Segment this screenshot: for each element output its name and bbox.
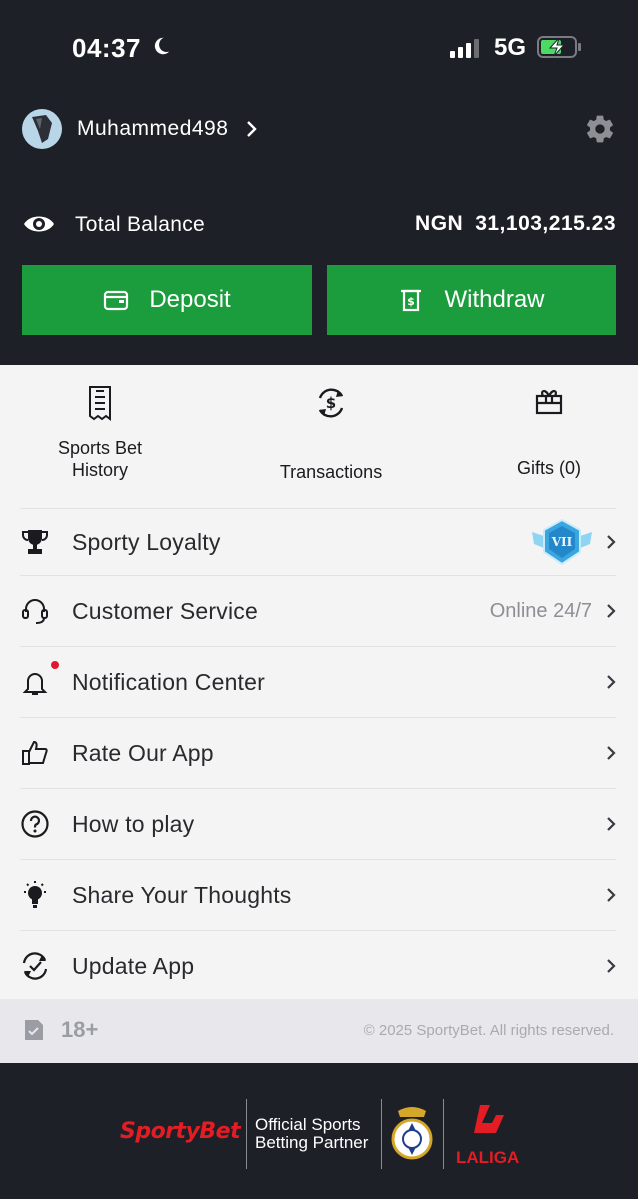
- avatar: [22, 109, 62, 149]
- username: Muhammed498: [77, 117, 229, 140]
- gear-icon[interactable]: [584, 113, 616, 145]
- gift-icon: [490, 385, 608, 417]
- status-bar: 04:37 5G: [0, 0, 638, 95]
- transactions-icon: $: [256, 385, 406, 421]
- eye-icon[interactable]: [22, 211, 56, 237]
- menu-item-update-app[interactable]: Update App: [20, 930, 616, 1001]
- balance-currency: NGN: [415, 212, 464, 235]
- menu-item-label: Sporty Loyalty: [72, 528, 221, 555]
- laliga-mark-icon: [473, 1105, 504, 1133]
- loyalty-level: VII: [551, 535, 573, 549]
- menu-item-label: Share Your Thoughts: [72, 881, 292, 908]
- quick-link-bet-history[interactable]: Sports Bet History: [30, 385, 170, 481]
- laliga-wordmark: LALIGA: [456, 1148, 520, 1167]
- menu-item-label: Notification Center: [72, 668, 265, 695]
- partner-line-1: Official Sports: [255, 1115, 361, 1134]
- account-header: 04:37 5G Muhammed498 Total Balance NGN 31…: [0, 0, 638, 365]
- menu-item-notification-center[interactable]: Notification Center: [20, 646, 616, 717]
- cash-icon: $: [398, 287, 424, 313]
- chevron-right-icon: [607, 888, 616, 902]
- chevron-right-icon: [607, 535, 616, 549]
- svg-text:$: $: [326, 394, 336, 412]
- quick-links: Sports Bet History $ Transactions Gifts …: [0, 365, 638, 508]
- loyalty-badge-icon: VII: [532, 518, 592, 566]
- headset-icon: [18, 596, 52, 626]
- thumbs-up-icon: [18, 738, 52, 768]
- deposit-label: Deposit: [149, 286, 231, 313]
- svg-text:$: $: [408, 295, 416, 308]
- status-time: 04:37: [72, 33, 141, 63]
- laliga-logo: LALIGA: [456, 1103, 519, 1168]
- chevron-right-icon: [607, 746, 616, 760]
- chevron-right-icon: [607, 675, 616, 689]
- service-hours: Online 24/7: [489, 599, 592, 622]
- age-label: 18+: [61, 1017, 99, 1042]
- trophy-icon: [18, 528, 52, 556]
- menu-item-sporty-loyalty[interactable]: Sporty Loyalty VII: [20, 508, 616, 575]
- menu-item-rate-app[interactable]: Rate Our App: [20, 717, 616, 788]
- menu-item-customer-service[interactable]: Customer Service Online 24/7: [20, 575, 616, 646]
- menu-item-label: How to play: [72, 810, 195, 837]
- menu-item-how-to-play[interactable]: How to play: [20, 788, 616, 859]
- quick-link-label: Transactions: [279, 462, 383, 482]
- balance-label: Total Balance: [75, 213, 205, 236]
- balance-value: NGN 31,103,215.23: [415, 212, 616, 236]
- copyright: © 2025 SportyBet. All rights reserved.: [363, 1022, 614, 1039]
- receipt-icon: [30, 385, 170, 421]
- quick-link-label: Gifts (0): [516, 458, 581, 478]
- withdraw-button[interactable]: $ Withdraw: [327, 265, 616, 335]
- partner-text: Official Sports Betting Partner: [255, 1116, 368, 1152]
- chevron-right-icon: [607, 604, 616, 618]
- divider: [381, 1099, 382, 1169]
- moon-icon: [154, 37, 170, 55]
- age-restriction: 18+: [23, 1017, 98, 1043]
- quick-link-transactions[interactable]: $ Transactions: [256, 385, 406, 483]
- chevron-right-icon: [607, 817, 616, 831]
- document-check-icon: [25, 1020, 43, 1040]
- bell-icon: [18, 667, 52, 697]
- balance-amount: 31,103,215.23: [475, 212, 616, 235]
- partner-banner: SportyBet Official Sports Betting Partne…: [0, 1063, 638, 1199]
- lightbulb-icon: [18, 879, 52, 911]
- divider: [246, 1099, 247, 1169]
- chevron-right-icon: [247, 121, 258, 137]
- withdraw-label: Withdraw: [444, 286, 545, 313]
- settings-menu: Sporty Loyalty VII Customer Service Onli…: [20, 508, 616, 1001]
- quick-link-label: Sports Bet History: [57, 438, 143, 480]
- account-panel: Sports Bet History $ Transactions Gifts …: [0, 365, 638, 999]
- signal-icon: [450, 39, 479, 58]
- real-madrid-crest-icon: [391, 1107, 433, 1160]
- update-icon: [18, 951, 52, 981]
- battery-charging-icon: [537, 36, 581, 58]
- balance-row: Total Balance NGN 31,103,215.23: [22, 205, 616, 245]
- menu-item-share-thoughts[interactable]: Share Your Thoughts: [20, 859, 616, 930]
- profile-link[interactable]: Muhammed498: [22, 108, 258, 150]
- sportybet-logo: SportyBet: [120, 1119, 241, 1144]
- quick-link-gifts[interactable]: Gifts (0): [490, 385, 608, 479]
- legal-bar: 18+ © 2025 SportyBet. All rights reserve…: [0, 999, 638, 1063]
- question-icon: [18, 809, 52, 839]
- deposit-button[interactable]: Deposit: [22, 265, 312, 335]
- wallet-icon: [103, 289, 129, 311]
- menu-item-label: Update App: [72, 952, 195, 979]
- partner-line-2: Betting Partner: [255, 1133, 369, 1152]
- menu-item-label: Customer Service: [72, 597, 258, 624]
- network-label: 5G: [494, 34, 527, 61]
- unread-indicator: [51, 661, 59, 669]
- menu-item-label: Rate Our App: [72, 739, 214, 766]
- chevron-right-icon: [607, 959, 616, 973]
- divider: [443, 1099, 444, 1169]
